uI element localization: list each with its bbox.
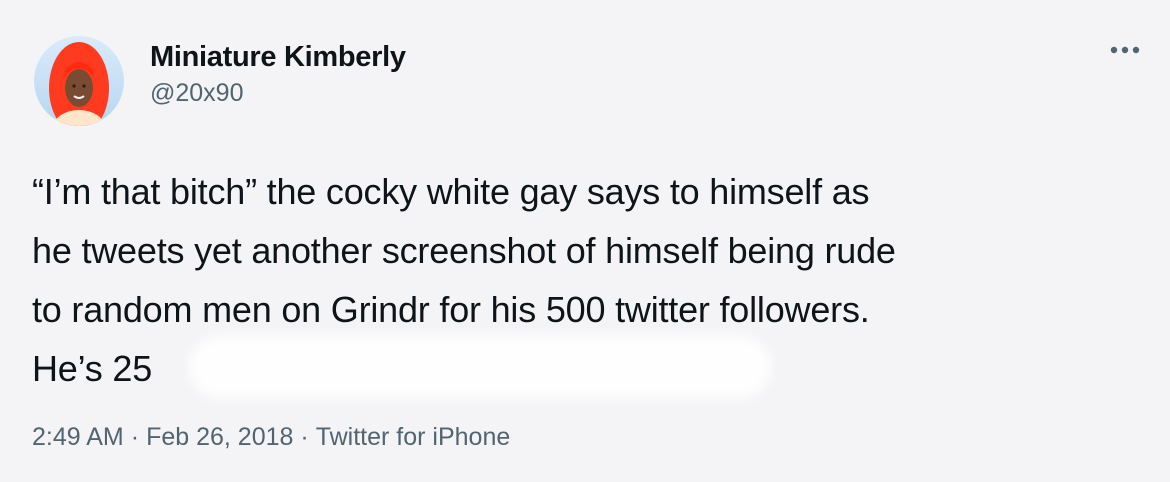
tweet-time[interactable]: 2:49 AM	[32, 423, 124, 451]
tweet-source[interactable]: Twitter for iPhone	[316, 423, 511, 451]
separator-dot: ·	[130, 423, 140, 451]
more-dots-icon	[1110, 46, 1140, 54]
profile-avatar[interactable]	[34, 36, 124, 126]
author-block: Miniature Kimberly @20x90	[150, 40, 406, 109]
author-display-name[interactable]: Miniature Kimberly	[150, 40, 406, 74]
tweet-card: Miniature Kimberly @20x90 “I’m that bitc…	[0, 0, 1170, 482]
tweet-date[interactable]: Feb 26, 2018	[146, 423, 293, 451]
more-options-icon[interactable]	[1108, 40, 1142, 60]
separator-dot: ·	[300, 423, 309, 451]
tweet-metadata: 2:49 AM · Feb 26, 2018 · Twitter for iPhone	[32, 420, 510, 454]
author-handle[interactable]: @20x90	[150, 77, 406, 109]
avatar-image-icon	[34, 36, 124, 126]
redaction-smudge	[190, 336, 770, 398]
